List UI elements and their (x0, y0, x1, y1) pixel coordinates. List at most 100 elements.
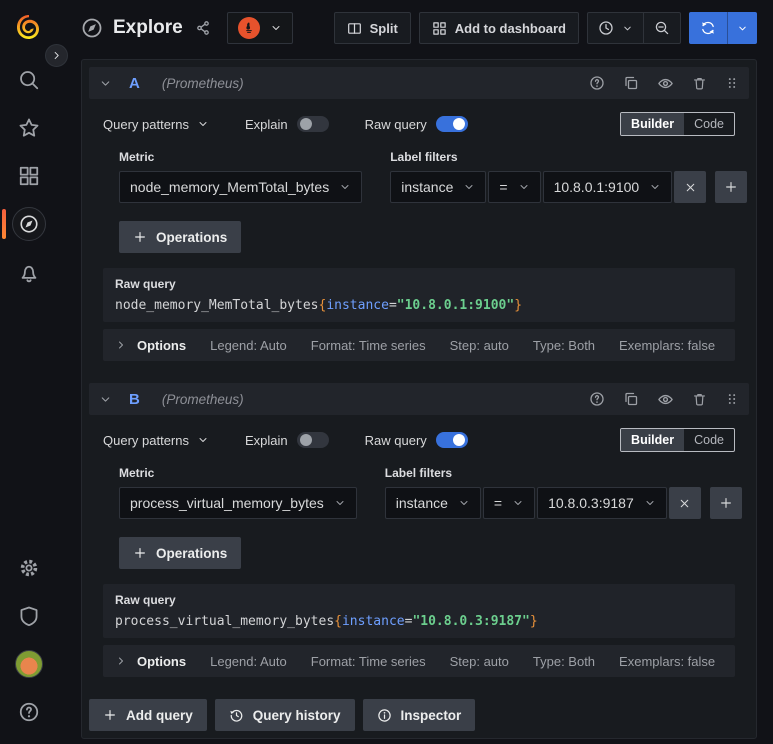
grafana-logo-icon[interactable] (13, 12, 45, 44)
explain-toggle[interactable] (296, 432, 329, 448)
query-patterns-button[interactable]: Query patterns (103, 433, 209, 448)
info-circle-icon (377, 708, 392, 723)
time-picker-group (587, 12, 681, 44)
clock-icon (598, 20, 614, 36)
options-format: Format: Time series (310, 653, 426, 669)
plus-icon (133, 546, 147, 560)
query-help-icon[interactable] (589, 75, 605, 91)
refresh-icon[interactable] (689, 12, 727, 44)
sidebar-item-search[interactable] (0, 60, 57, 100)
split-icon (347, 21, 362, 36)
filter-operator-select[interactable]: = (482, 487, 536, 519)
chevron-down-icon (644, 497, 656, 509)
chevron-down-icon[interactable] (99, 77, 112, 90)
share-icon[interactable] (195, 20, 211, 36)
metric-select[interactable]: node_memory_MemTotal_bytes (119, 171, 363, 203)
raw-query-toggle[interactable] (435, 116, 468, 132)
raw-query-code: process_virtual_memory_bytes{instance="1… (115, 614, 538, 629)
inspector-button[interactable]: Inspector (362, 699, 476, 731)
remove-filter-button[interactable] (674, 171, 707, 203)
query-b-header[interactable]: B (Prometheus) (89, 383, 749, 415)
remove-filter-button[interactable] (668, 487, 701, 519)
raw-query-toggle[interactable] (435, 432, 468, 448)
builder-mode-button[interactable]: Builder (621, 113, 685, 135)
filter-operator-select[interactable]: = (488, 171, 541, 203)
options-type: Type: Both (532, 337, 596, 353)
raw-query-preview-label: Raw query (115, 593, 176, 607)
query-a-header[interactable]: A (Prometheus) (89, 67, 749, 99)
split-button[interactable]: Split (333, 12, 411, 44)
sidebar-item-dashboards[interactable] (0, 156, 57, 196)
options-label: Options (137, 337, 187, 353)
options-step: Step: auto (449, 653, 509, 669)
sidebar-item-help[interactable] (0, 692, 57, 732)
compass-icon (11, 207, 46, 241)
chevron-down-icon (622, 23, 633, 34)
query-options-bar[interactable]: Options Legend: Auto Format: Time series… (103, 329, 735, 361)
zoom-out-icon (654, 20, 670, 36)
add-filter-button[interactable] (709, 487, 742, 519)
options-format: Format: Time series (310, 337, 426, 353)
options-type: Type: Both (532, 653, 596, 669)
sidebar-item-alerting[interactable] (0, 252, 57, 292)
duplicate-query-icon[interactable] (623, 75, 639, 91)
operations-button[interactable]: Operations (119, 221, 242, 253)
refresh-interval-dropdown[interactable] (727, 12, 757, 44)
sidebar-item-server-admin[interactable] (0, 596, 57, 636)
drag-handle-icon[interactable] (725, 76, 739, 90)
chevron-down-icon[interactable] (99, 393, 112, 406)
query-options-bar[interactable]: Options Legend: Auto Format: Time series… (103, 645, 735, 677)
filter-key-select[interactable]: instance (390, 171, 487, 203)
filter-value-select[interactable]: 10.8.0.3:9187 (537, 487, 667, 519)
builder-mode-button[interactable]: Builder (621, 429, 685, 451)
history-icon (229, 708, 244, 723)
sidebar-item-explore[interactable] (0, 204, 57, 244)
plus-icon (133, 230, 147, 244)
code-mode-button[interactable]: Code (684, 113, 734, 135)
chevron-down-icon (512, 497, 524, 509)
remove-query-trash-icon[interactable] (692, 76, 707, 91)
explain-toggle[interactable] (296, 116, 329, 132)
add-query-button[interactable]: Add query (89, 699, 207, 731)
explain-label: Explain (245, 116, 288, 132)
options-step: Step: auto (449, 337, 509, 353)
hide-response-eye-icon[interactable] (657, 75, 674, 92)
chevron-down-icon (649, 181, 661, 193)
shield-icon (18, 605, 40, 627)
datasource-picker[interactable] (226, 12, 293, 44)
drag-handle-icon[interactable] (725, 392, 739, 406)
sidebar-item-profile[interactable] (0, 644, 57, 684)
add-filter-button[interactable] (715, 171, 748, 203)
explain-label: Explain (245, 432, 288, 448)
remove-query-trash-icon[interactable] (692, 392, 707, 407)
chevron-down-icon (270, 22, 282, 34)
sidebar-item-settings[interactable] (0, 548, 57, 588)
metric-select[interactable]: process_virtual_memory_bytes (119, 487, 357, 519)
code-mode-button[interactable]: Code (684, 429, 734, 451)
prometheus-logo-icon (237, 17, 260, 39)
add-to-dashboard-button[interactable]: Add to dashboard (418, 12, 579, 44)
duplicate-query-icon[interactable] (623, 391, 639, 407)
query-patterns-button[interactable]: Query patterns (103, 117, 209, 132)
search-icon (18, 69, 40, 91)
sidebar-item-favorites[interactable] (0, 108, 57, 148)
query-ref-id: B (129, 390, 140, 408)
query-row-a: A (Prometheus) Query patterns Explain Ra… (89, 67, 749, 368)
label-filters-label: Label filters (390, 150, 458, 164)
filter-key-select[interactable]: instance (384, 487, 481, 519)
hide-response-eye-icon[interactable] (657, 391, 674, 408)
star-icon (18, 117, 40, 139)
filter-value-select[interactable]: 10.8.0.1:9100 (542, 171, 673, 203)
chevron-down-icon (334, 497, 346, 509)
query-history-button[interactable]: Query history (214, 699, 355, 731)
operations-button[interactable]: Operations (119, 537, 242, 569)
zoom-out-time-button[interactable] (643, 13, 680, 43)
chevron-down-icon (197, 118, 209, 130)
time-picker-button[interactable] (588, 13, 643, 43)
raw-query-label: Raw query (364, 116, 427, 132)
query-datasource-hint: (Prometheus) (161, 391, 244, 407)
user-avatar (14, 650, 43, 678)
sidebar-expand-button[interactable] (45, 44, 68, 67)
bell-icon (18, 261, 40, 283)
query-help-icon[interactable] (589, 391, 605, 407)
